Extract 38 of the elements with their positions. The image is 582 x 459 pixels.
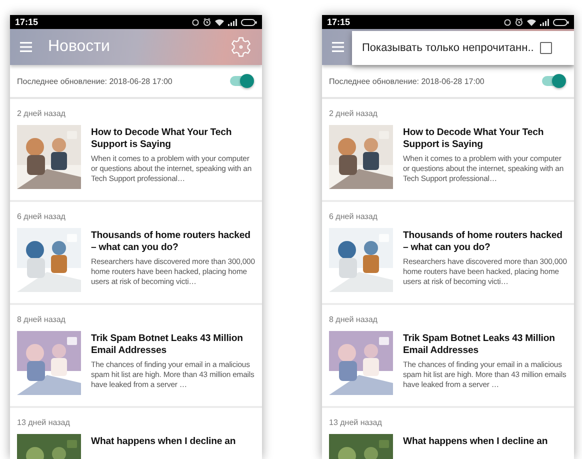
news-age: 8 дней назад — [17, 315, 66, 324]
news-age: 2 дней назад — [329, 109, 378, 118]
signal-icon — [228, 18, 237, 26]
status-time: 17:15 — [15, 17, 38, 27]
battery-icon — [241, 18, 257, 26]
menu-item-label[interactable]: Показывать только непрочитанн.. — [362, 42, 534, 54]
toggle-switch[interactable] — [230, 76, 252, 86]
news-age: 13 дней назад — [17, 418, 71, 427]
news-title[interactable]: Trik Spam Botnet Leaks 43 Million Email Addresses — [91, 333, 256, 356]
news-title[interactable]: What happens when I decline an — [91, 436, 256, 448]
menu-icon[interactable] — [332, 42, 344, 52]
menu-icon[interactable] — [20, 42, 32, 52]
toggle-switch[interactable] — [542, 76, 564, 86]
status-time: 17:15 — [327, 17, 350, 27]
app-title: Новости — [48, 38, 111, 56]
settings-icon[interactable] — [230, 36, 252, 58]
status-circle-icon — [504, 18, 511, 26]
news-title[interactable]: What happens when I decline an — [403, 436, 568, 448]
wifi-icon — [527, 18, 536, 26]
news-age: 2 дней назад — [17, 109, 66, 118]
status-circle-icon — [192, 18, 199, 26]
news-age: 13 дней назад — [329, 418, 383, 427]
news-age: 8 дней назад — [329, 315, 378, 324]
alarm-icon — [515, 18, 523, 26]
news-age: 6 дней назад — [329, 212, 378, 221]
news-title[interactable]: Thousands of home routers hacked – what can you do? — [403, 230, 568, 253]
battery-icon — [553, 18, 569, 26]
wifi-icon — [215, 18, 224, 26]
news-title[interactable]: Thousands of home routers hacked – what can you do? — [91, 230, 256, 253]
news-title[interactable]: How to Decode What Your Tech Support is Saying — [403, 127, 568, 150]
news-title[interactable]: Trik Spam Botnet Leaks 43 Million Email Addresses — [403, 333, 568, 356]
news-title[interactable]: How to Decode What Your Tech Support is Saying — [91, 127, 256, 150]
last-update-text: Последнее обновление: 2018-06-28 17:00 — [17, 76, 172, 86]
checkbox[interactable] — [540, 42, 552, 54]
news-age: 6 дней назад — [17, 212, 66, 221]
last-update-text: Последнее обновление: 2018-06-28 17:00 — [329, 76, 484, 86]
signal-icon — [540, 18, 549, 26]
alarm-icon — [203, 18, 211, 26]
